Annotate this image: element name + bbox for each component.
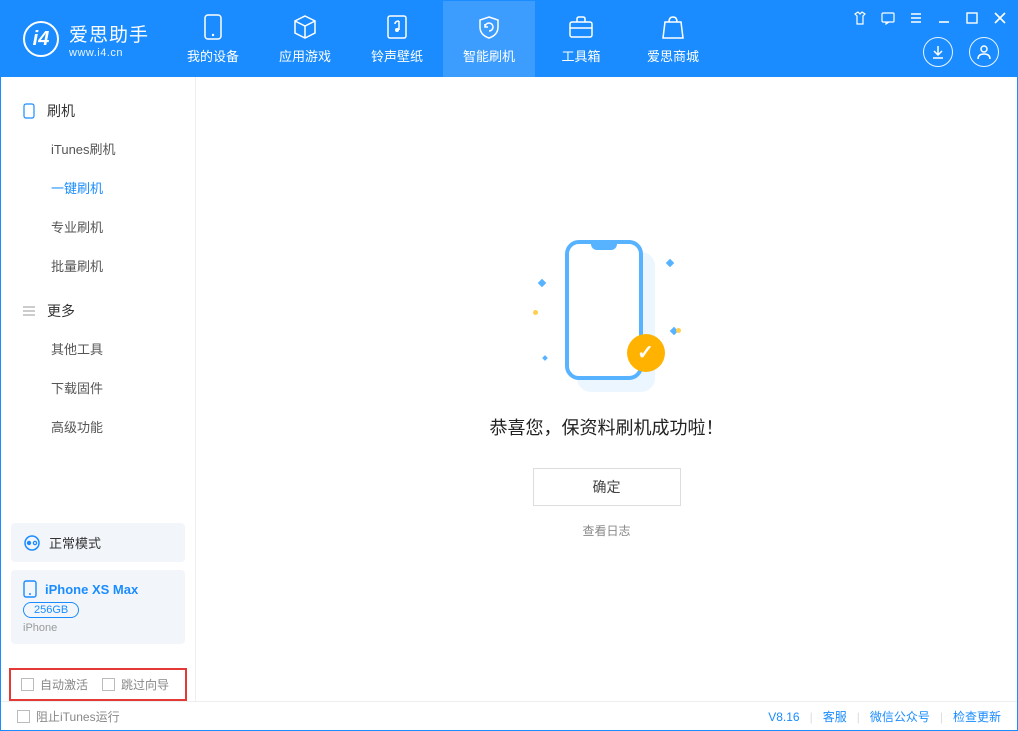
close-icon[interactable] [993,11,1007,25]
checkbox-label: 阻止iTunes运行 [36,708,120,725]
tab-my-device[interactable]: 我的设备 [167,1,259,77]
minimize-icon[interactable] [937,11,951,25]
tab-ringtone-wallpaper[interactable]: 铃声壁纸 [351,1,443,77]
header-action-icons [923,37,999,67]
sidebar-group-flash[interactable]: 刷机 [1,93,195,129]
mode-label: 正常模式 [49,533,101,552]
maximize-icon[interactable] [965,11,979,25]
checkbox-auto-activate[interactable]: 自动激活 [21,676,88,693]
window-controls [853,11,1007,25]
logo-icon: i4 [23,21,59,57]
app-header: i4 爱思助手 www.i4.cn 我的设备 应用游戏 铃声壁纸 智能刷机 工具… [1,1,1017,77]
main-tabs: 我的设备 应用游戏 铃声壁纸 智能刷机 工具箱 爱思商城 [167,1,719,77]
tab-label: 我的设备 [187,46,239,65]
app-url: www.i4.cn [69,47,149,59]
checkbox-skip-guide[interactable]: 跳过向导 [102,676,169,693]
shirt-icon[interactable] [853,11,867,25]
download-icon[interactable] [923,37,953,67]
tab-apps-games[interactable]: 应用游戏 [259,1,351,77]
group-label: 刷机 [47,101,75,121]
version-label: V8.16 [768,710,799,724]
checkbox-label: 自动激活 [40,676,88,693]
logo: i4 爱思助手 www.i4.cn [1,20,167,59]
checkbox-block-itunes[interactable]: 阻止iTunes运行 [17,708,120,725]
footer-update-link[interactable]: 检查更新 [953,708,1001,725]
sidebar-item-download-firmware[interactable]: 下载固件 [1,368,195,407]
tab-label: 智能刷机 [463,46,515,65]
sidebar-item-advanced[interactable]: 高级功能 [1,407,195,446]
check-icon: ✓ [627,334,665,372]
sidebar-item-other-tools[interactable]: 其他工具 [1,329,195,368]
menu-icon[interactable] [909,11,923,25]
device-storage-badge: 256GB [23,602,79,618]
user-icon[interactable] [969,37,999,67]
checkbox-label: 跳过向导 [121,676,169,693]
note-icon [384,14,410,40]
tab-label: 铃声壁纸 [371,46,423,65]
main-content: ✓ 恭喜您，保资料刷机成功啦！ 确定 查看日志 [196,77,1017,701]
device-name: iPhone XS Max [45,582,138,597]
sidebar-item-pro-flash[interactable]: 专业刷机 [1,207,195,246]
phone-icon [200,14,226,40]
mode-icon [23,534,41,552]
ok-button[interactable]: 确定 [533,468,681,506]
cube-icon [292,14,318,40]
tab-store[interactable]: 爱思商城 [627,1,719,77]
bag-icon [660,14,686,40]
device-card[interactable]: iPhone XS Max 256GB iPhone [11,570,185,644]
briefcase-icon [568,14,594,40]
refresh-shield-icon [476,14,502,40]
app-name: 爱思助手 [69,20,149,47]
sidebar-item-itunes-flash[interactable]: iTunes刷机 [1,129,195,168]
mode-card[interactable]: 正常模式 [11,523,185,562]
list-icon [21,303,37,319]
tab-toolbox[interactable]: 工具箱 [535,1,627,77]
feedback-icon[interactable] [881,11,895,25]
phone-outline-icon [21,103,37,119]
footer-support-link[interactable]: 客服 [823,708,847,725]
tab-label: 爱思商城 [647,46,699,65]
device-phone-icon [23,580,37,598]
options-highlight-box: 自动激活 跳过向导 [9,668,187,701]
success-illustration: ✓ [547,240,667,390]
tab-smart-flash[interactable]: 智能刷机 [443,1,535,77]
view-log-link[interactable]: 查看日志 [582,522,630,539]
tab-label: 应用游戏 [279,46,331,65]
footer: 阻止iTunes运行 V8.16 | 客服 | 微信公众号 | 检查更新 [1,701,1017,731]
sidebar: 刷机 iTunes刷机 一键刷机 专业刷机 批量刷机 更多 其他工具 下载固件 … [1,77,196,701]
sidebar-item-onekey-flash[interactable]: 一键刷机 [1,168,195,207]
footer-wechat-link[interactable]: 微信公众号 [870,708,930,725]
sidebar-group-more[interactable]: 更多 [1,293,195,329]
group-label: 更多 [47,301,75,321]
tab-label: 工具箱 [562,46,601,65]
device-type: iPhone [23,622,173,634]
sidebar-item-batch-flash[interactable]: 批量刷机 [1,246,195,285]
success-message: 恭喜您，保资料刷机成功啦！ [490,414,724,440]
